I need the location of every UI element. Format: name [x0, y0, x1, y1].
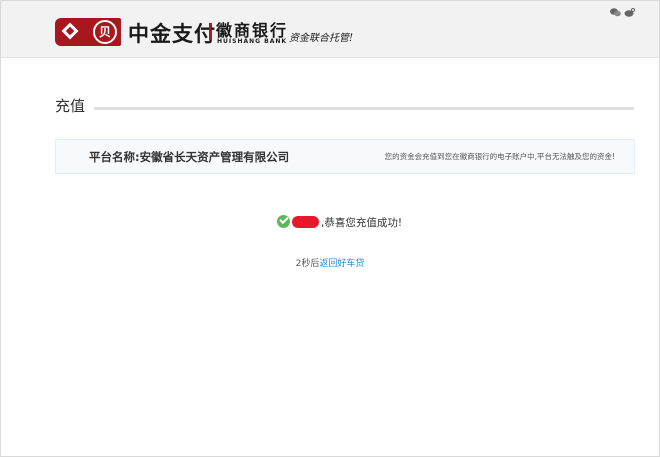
title-divider [94, 107, 634, 110]
redacted-username [292, 216, 319, 228]
diamond-logo-icon [61, 22, 79, 40]
brand-divider [209, 23, 211, 40]
brand-name: 中金支付 [128, 21, 216, 46]
bank-name-en: HUISHANG BANK [217, 38, 288, 45]
success-check-icon [277, 215, 290, 228]
platform-name: 平台名称:安徽省长天资产管理有限公司 [89, 150, 290, 164]
seal-logo-icon: 贝 [93, 20, 117, 44]
redirect-countdown: 2秒后 [295, 259, 320, 269]
slogan: 资金联合托管! [289, 33, 354, 44]
header: 贝 中金支付 徽商银行 HUISHANG BANK 资金联合托管! [1, 1, 659, 58]
wechat-icon[interactable] [610, 8, 621, 17]
cicc-pay-logo: 贝 [55, 18, 121, 46]
page-title: 充值 [55, 97, 86, 115]
fund-safety-note: 您的资金会充值到您在徽商银行的电子账户中,平台无法触及您的资金! [384, 152, 615, 161]
weibo-icon[interactable] [624, 8, 635, 17]
redirect-notice: 2秒后返回好车贷 [0, 256, 660, 269]
return-link[interactable]: 返回好车贷 [319, 259, 364, 269]
success-message: ,恭喜您充值成功! [0, 212, 660, 232]
success-text: ,恭喜您充值成功! [321, 217, 403, 229]
platform-info-box: 平台名称:安徽省长天资产管理有限公司 您的资金会充值到您在徽商银行的电子账户中,… [55, 139, 635, 174]
